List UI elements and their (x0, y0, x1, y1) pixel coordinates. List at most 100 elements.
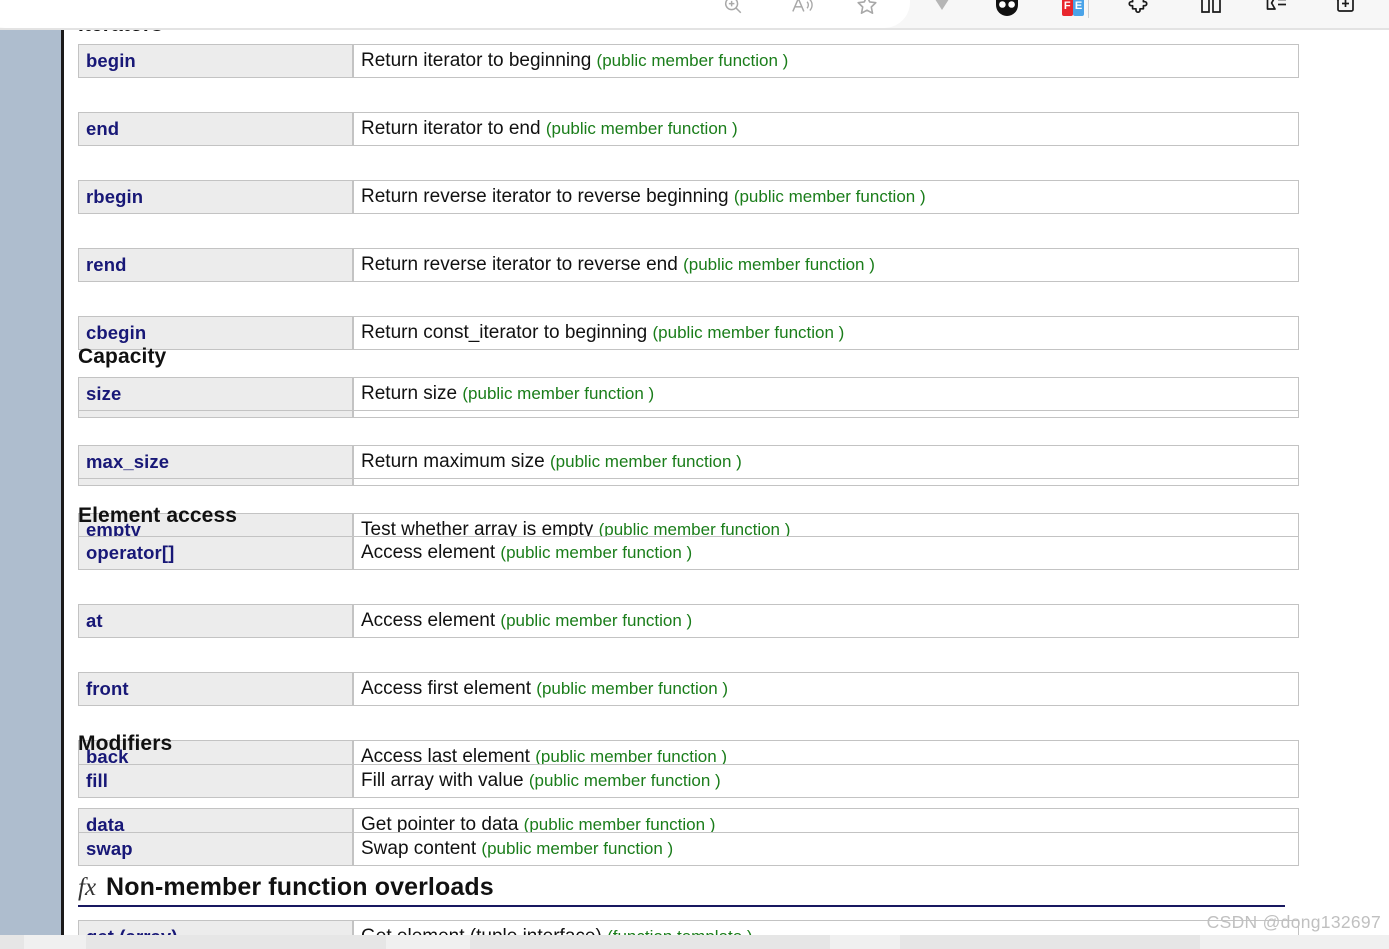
desc-text: Fill array with value (361, 770, 529, 791)
section-modifiers: Modifiers fill Fill array with value (pu… (64, 732, 1299, 866)
desc-qualifier: (public member function ) (596, 51, 789, 70)
row-spacer (78, 638, 1299, 672)
member-name[interactable]: rbegin (78, 180, 353, 214)
desc-text: Access element (361, 542, 501, 563)
fx-icon: fx (78, 874, 97, 901)
os-taskbar[interactable] (0, 935, 1389, 949)
desc-qualifier: (public member function ) (481, 839, 674, 858)
row-spacer (78, 411, 1299, 445)
section-title-modifiers: Modifiers (78, 732, 173, 755)
desc-text: Return reverse iterator to reverse end (361, 254, 684, 275)
desc-qualifier: (public member function ) (652, 323, 845, 342)
desc-text: Return reverse iterator to reverse begin… (361, 186, 734, 207)
member-name[interactable]: at (78, 604, 353, 638)
add-tab-icon[interactable] (1327, 0, 1361, 22)
desc-qualifier: (public member function ) (683, 255, 875, 274)
desc-qualifier: (public member function ) (462, 384, 655, 403)
table-row[interactable]: rbegin Return reverse iterator to revers… (78, 180, 1299, 214)
member-desc: Return size (public member function ) (353, 377, 1299, 411)
table-row[interactable]: swap Swap content (public member functio… (78, 832, 1299, 866)
member-desc: Fill array with value (public member fun… (353, 764, 1299, 798)
member-desc: Return iterator to end (public member fu… (353, 112, 1299, 146)
member-desc: Return reverse iterator to reverse begin… (353, 180, 1299, 214)
csdn-watermark: CSDN @dong132697 (1206, 912, 1381, 932)
extension-eyes-icon[interactable] (990, 0, 1024, 22)
member-name[interactable]: operator[] (78, 536, 353, 570)
member-desc: Access first element (public member func… (353, 672, 1299, 706)
desc-qualifier: (public member function ) (500, 543, 693, 562)
desc-text: Return size (361, 383, 463, 404)
zoom-icon[interactable] (716, 0, 750, 22)
member-desc: Access element (public member function ) (353, 604, 1299, 638)
row-spacer (78, 570, 1299, 604)
extension-fe-icon[interactable]: F E (1056, 0, 1090, 22)
row-spacer (78, 146, 1299, 180)
member-name[interactable]: fill (78, 764, 353, 798)
desc-text: Get element (tuple interface) (361, 926, 607, 935)
member-name[interactable]: begin (78, 44, 353, 78)
table-row[interactable]: size Return size (public member function… (78, 377, 1299, 411)
table-row[interactable]: front Access first element (public membe… (78, 672, 1299, 706)
desc-qualifier: (public member function ) (536, 679, 729, 698)
toolbar-separator (1088, 0, 1089, 18)
omnibox[interactable]: //legacy.cplusplus.com/reference/array/a… (0, 0, 910, 28)
member-table-modifiers: fill Fill array with value (public membe… (78, 764, 1299, 866)
desc-text: Return const_iterator to beginning (361, 322, 653, 343)
member-desc: Return reverse iterator to reverse end (… (353, 248, 1299, 282)
row-spacer (78, 214, 1299, 248)
section-title-element-access: Element access (78, 504, 238, 527)
member-name[interactable]: max_size (78, 445, 353, 479)
collections-icon[interactable] (1260, 0, 1294, 22)
taskbar-segment (470, 935, 830, 949)
member-desc: Return maximum size (public member funct… (353, 445, 1299, 479)
nonmember-heading: fx Non-member function overloads (78, 873, 1285, 902)
desc-text: Return iterator to beginning (361, 50, 597, 71)
read-aloud-icon[interactable] (785, 0, 819, 22)
desc-qualifier: (function template ) (607, 927, 753, 935)
downloads-icon[interactable] (925, 0, 959, 22)
table-row[interactable]: end Return iterator to end (public membe… (78, 112, 1299, 146)
member-name[interactable]: end (78, 112, 353, 146)
row-spacer (78, 282, 1299, 316)
desc-text: Access first element (361, 678, 537, 699)
table-row[interactable]: get (array) Get element (tuple interface… (78, 920, 1299, 935)
member-name[interactable]: front (78, 672, 353, 706)
desc-text: Return iterator to end (361, 118, 546, 139)
table-row[interactable]: begin Return iterator to beginning (publ… (78, 44, 1299, 78)
row-spacer (78, 78, 1299, 112)
extensions-puzzle-icon[interactable] (1122, 0, 1156, 22)
table-row[interactable]: fill Fill array with value (public membe… (78, 764, 1299, 798)
desc-text: Return maximum size (361, 451, 550, 472)
page-left-rail (0, 30, 61, 935)
member-name[interactable]: get (array) (78, 920, 353, 935)
desc-qualifier: (public member function ) (550, 452, 742, 471)
taskbar-segment (86, 935, 386, 949)
member-desc: Get element (tuple interface) (function … (353, 920, 1299, 935)
svg-text:E: E (1075, 0, 1082, 12)
table-row[interactable]: operator[] Access element (public member… (78, 536, 1299, 570)
member-desc: Swap content (public member function ) (353, 832, 1299, 866)
svg-text:F: F (1064, 0, 1071, 12)
desc-qualifier: (public member function ) (528, 771, 721, 790)
table-row[interactable]: at Access element (public member functio… (78, 604, 1299, 638)
favorite-star-icon[interactable] (850, 0, 884, 22)
table-row[interactable]: max_size Return maximum size (public mem… (78, 445, 1299, 479)
desc-qualifier: (public member function ) (733, 187, 926, 206)
reference-content: Iterators begin Return iterator to begin… (64, 30, 1389, 935)
member-name[interactable]: size (78, 377, 353, 411)
nonmember-heading-text: Non-member function overloads (106, 873, 494, 901)
member-desc: Return iterator to beginning (public mem… (353, 44, 1299, 78)
desc-text: Access element (361, 610, 501, 631)
desc-qualifier: (public member function ) (500, 611, 693, 630)
member-name[interactable]: rend (78, 248, 353, 282)
row-spacer (78, 798, 1299, 832)
table-row[interactable]: rend Return reverse iterator to reverse … (78, 248, 1299, 282)
section-nonmember: fx Non-member function overloads get (ar… (64, 873, 1299, 935)
section-title-iterators: Iterators (78, 30, 163, 37)
page-viewport: Iterators begin Return iterator to begin… (0, 30, 1389, 935)
taskbar-segment (0, 935, 24, 949)
desc-text: Swap content (361, 838, 482, 859)
member-name[interactable]: swap (78, 832, 353, 866)
split-screen-icon[interactable] (1194, 0, 1228, 22)
desc-qualifier: (public member function ) (545, 119, 738, 138)
